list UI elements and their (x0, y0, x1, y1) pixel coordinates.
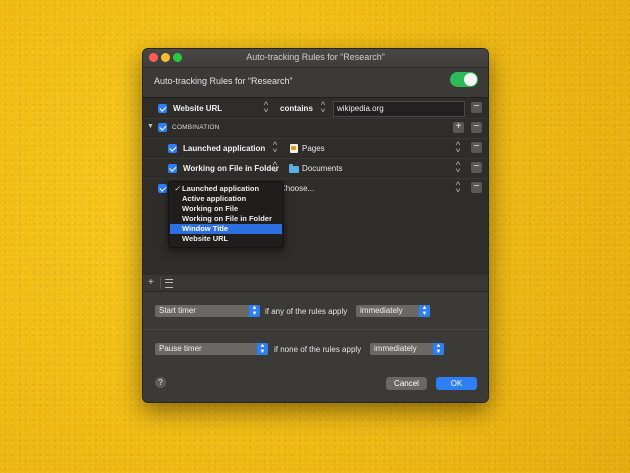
rule-field[interactable]: Launched application (183, 144, 265, 153)
rule-field[interactable]: Working on File in Folder (183, 164, 279, 173)
cancel-button[interactable]: Cancel (386, 377, 427, 390)
rule-row-working-in-folder: Working on File in Folder ˄ ˅ Documents ˄… (143, 158, 488, 179)
pause-action-value: Pause timer (159, 344, 202, 353)
url-input[interactable]: wikipedia.org (333, 101, 465, 117)
combination-checkbox[interactable] (158, 123, 167, 132)
select-arrows-icon: ▲ ▼ (419, 305, 430, 317)
menu-item[interactable]: ✓ Launched application (170, 184, 282, 194)
rule-value[interactable]: Pages (302, 144, 325, 153)
rules-toolbar: + (143, 275, 488, 292)
rule-checkbox[interactable] (168, 144, 177, 153)
window-title: Auto-tracking Rules for “Research” (246, 52, 385, 62)
menu-item-selected[interactable]: Window Title (170, 224, 282, 234)
minus-icon: − (473, 161, 480, 172)
pause-timing-select[interactable]: immediately ▲ ▼ (370, 343, 444, 355)
plus-icon: + (455, 121, 462, 132)
updown-chevron-icon[interactable]: ˄ ˅ (320, 101, 325, 115)
disclosure-triangle-icon[interactable]: ▼ (147, 123, 154, 130)
rule-value[interactable]: Choose... (280, 184, 314, 193)
remove-combination-button[interactable]: − (471, 122, 482, 133)
updown-chevron-icon[interactable]: ˄ ˅ (272, 161, 277, 175)
start-timing-value: immediately (360, 306, 403, 315)
header-label: Auto-tracking Rules for “Research” (154, 76, 293, 86)
minus-icon: − (473, 101, 480, 112)
url-value: wikipedia.org (337, 104, 384, 113)
toolbar-divider (160, 277, 161, 289)
remove-rule-button[interactable]: − (471, 142, 482, 153)
select-arrows-icon: ▲ ▼ (249, 305, 260, 317)
updown-chevron-icon[interactable]: ˄ ˅ (455, 161, 460, 175)
combination-group-row: ▼ COMBINATION + − (143, 118, 488, 139)
rule-checkbox[interactable] (158, 104, 167, 113)
minus-icon: − (473, 121, 480, 132)
remove-rule-button[interactable]: − (471, 182, 482, 193)
list-options-icon[interactable] (165, 279, 173, 288)
enable-toggle[interactable] (450, 72, 478, 87)
menu-item[interactable]: Working on File in Folder (170, 214, 282, 224)
start-condition-text: if any of the rules apply (265, 307, 348, 316)
menu-item[interactable]: Website URL (170, 234, 282, 244)
field-type-dropdown-menu: ✓ Launched application Active application… (168, 181, 284, 248)
add-rule-button[interactable]: + (453, 122, 464, 133)
rule-row-website-url: Website URL ˄ ˅ contains ˄ ˅ wikipedia.org… (143, 98, 488, 119)
menu-item[interactable]: Working on File (170, 204, 282, 214)
help-button[interactable]: ? (155, 377, 166, 388)
updown-chevron-icon[interactable]: ˄ ˅ (263, 101, 268, 115)
start-action-value: Start timer (159, 306, 196, 315)
ok-button[interactable]: OK (436, 377, 477, 390)
remove-rule-button[interactable]: − (471, 102, 482, 113)
updown-chevron-icon[interactable]: ˄ ˅ (272, 141, 277, 155)
section-divider (143, 329, 488, 330)
rule-checkbox[interactable] (158, 184, 167, 193)
folder-icon (289, 164, 299, 173)
toggle-knob (464, 73, 477, 86)
rule-operator[interactable]: contains (280, 104, 313, 113)
pause-action-select[interactable]: Pause timer ▲ ▼ (155, 343, 268, 355)
pause-timing-value: immediately (374, 344, 417, 353)
pause-condition-text: if none of the rules apply (274, 345, 362, 354)
title-bar: Auto-tracking Rules for “Research” (143, 49, 488, 68)
pages-app-icon (290, 144, 298, 153)
minus-icon: − (473, 141, 480, 152)
select-arrows-icon: ▲ ▼ (257, 343, 268, 355)
checkmark-icon: ✓ (174, 184, 181, 193)
start-action-select[interactable]: Start timer ▲ ▼ (155, 305, 260, 317)
add-rule-toolbar-button[interactable]: + (148, 277, 154, 288)
menu-item[interactable]: Active application (170, 194, 282, 204)
combination-label: COMBINATION (172, 124, 220, 131)
minus-icon: − (473, 181, 480, 192)
rule-row-launched-application: Launched application ˄ ˅ Pages ˄ ˅ − (143, 138, 488, 159)
start-timing-select[interactable]: immediately ▲ ▼ (356, 305, 430, 317)
updown-chevron-icon[interactable]: ˄ ˅ (455, 181, 460, 195)
rule-field[interactable]: Website URL (173, 104, 222, 113)
rule-checkbox[interactable] (168, 164, 177, 173)
rule-value[interactable]: Documents (302, 164, 342, 173)
updown-chevron-icon[interactable]: ˄ ˅ (455, 141, 460, 155)
select-arrows-icon: ▲ ▼ (433, 343, 444, 355)
remove-rule-button[interactable]: − (471, 162, 482, 173)
